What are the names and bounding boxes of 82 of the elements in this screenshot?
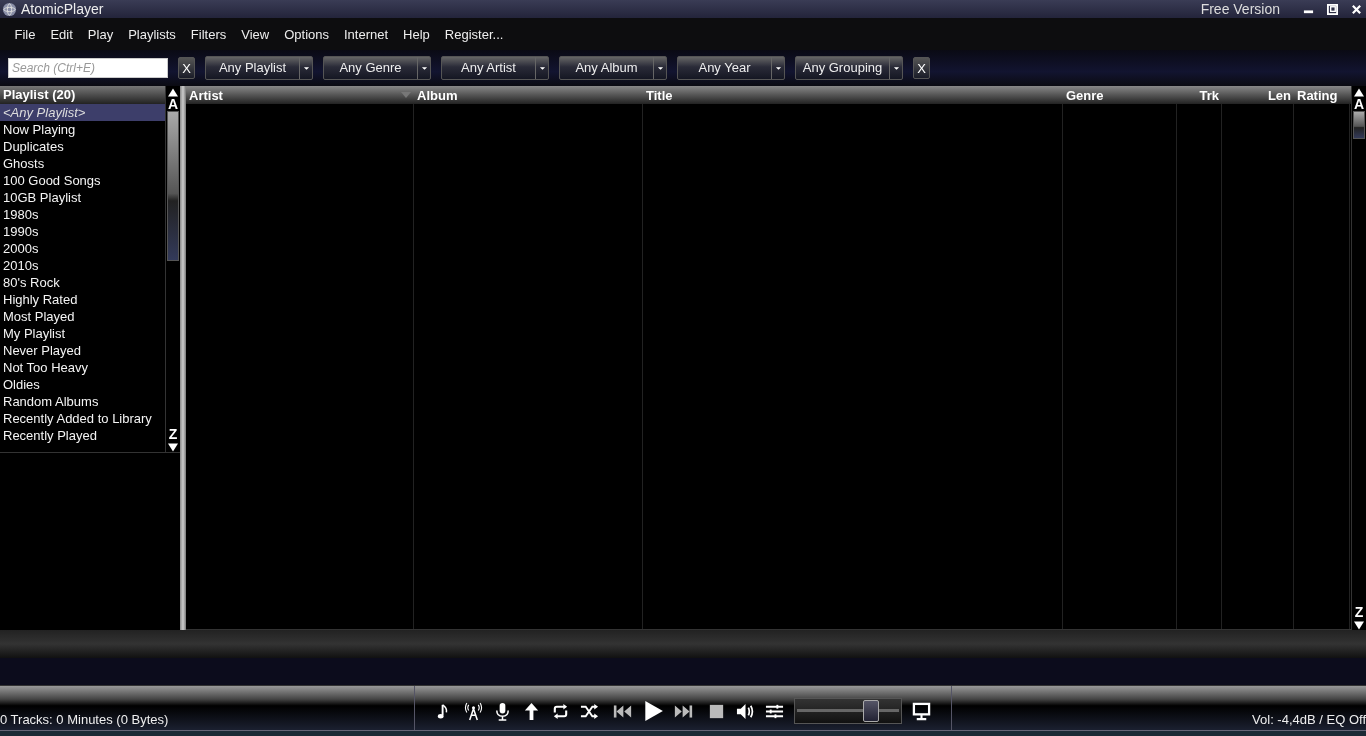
scroll-up-icon[interactable]: [168, 88, 178, 97]
menu-item[interactable]: Help: [396, 26, 437, 42]
table-scrollbar[interactable]: A Z: [1351, 86, 1366, 630]
caret-icon: [302, 65, 310, 71]
playlist-item[interactable]: Oldies: [0, 376, 165, 393]
filter-dropdown[interactable]: Any Genre: [323, 56, 431, 80]
clear-filters-button[interactable]: X: [913, 57, 930, 79]
playlist-item[interactable]: <Any Playlist>: [0, 104, 165, 121]
caret-icon: [656, 65, 664, 71]
playlist-item[interactable]: 10GB Playlist: [0, 189, 165, 206]
close-icon[interactable]: [1351, 3, 1362, 15]
scroll-thumb[interactable]: [167, 111, 179, 261]
search-field[interactable]: Search (Ctrl+E): [8, 58, 168, 78]
restore-icon[interactable]: [1327, 3, 1338, 15]
index-letter[interactable]: A: [167, 97, 179, 111]
play-icon[interactable]: [642, 700, 664, 722]
playlist-item[interactable]: 100 Good Songs: [0, 172, 165, 189]
menu-item[interactable]: Register...: [438, 26, 510, 42]
menu-item[interactable]: Playlists: [121, 26, 183, 42]
playlist-item[interactable]: My Playlist: [0, 325, 165, 342]
up-arrow-icon[interactable]: [522, 701, 541, 721]
playlist-item[interactable]: Recently Added to Library: [0, 410, 165, 427]
playlist-item[interactable]: Duplicates: [0, 138, 165, 155]
menu-item[interactable]: File: [8, 26, 42, 42]
scroll-down-icon[interactable]: [168, 443, 178, 452]
playlist-item[interactable]: 1980s: [0, 206, 165, 223]
speaker-icon[interactable]: [736, 701, 755, 721]
sort-arrow-icon: [401, 92, 411, 98]
column-header[interactable]: Trk: [1177, 86, 1222, 104]
playlist-item[interactable]: 2000s: [0, 240, 165, 257]
menu-item[interactable]: Edit: [43, 26, 80, 42]
column-header[interactable]: Rating: [1294, 86, 1350, 104]
column-header[interactable]: Len: [1222, 86, 1294, 104]
playlist-item[interactable]: Never Played: [0, 342, 165, 359]
playlist-item[interactable]: 2010s: [0, 257, 165, 274]
playlist-scrollbar[interactable]: A Z: [165, 86, 180, 452]
index-letter[interactable]: Z: [168, 427, 178, 441]
volume-status: Vol: -4,4dB / EQ Off: [1252, 712, 1366, 727]
caret-icon: [538, 65, 546, 71]
playlist-item[interactable]: Now Playing: [0, 121, 165, 138]
playlist-item[interactable]: Highly Rated: [0, 291, 165, 308]
index-letter[interactable]: Z: [1354, 605, 1364, 619]
playlist-item[interactable]: Recently Played: [0, 427, 165, 444]
shuffle-icon[interactable]: [580, 701, 599, 721]
playlist-item[interactable]: 1990s: [0, 223, 165, 240]
caret-icon: [892, 65, 900, 71]
menu-item[interactable]: Options: [277, 26, 336, 42]
filter-dropdown[interactable]: Any Year: [677, 56, 785, 80]
volume-slider[interactable]: [794, 698, 902, 724]
filter-dropdown[interactable]: Any Grouping: [795, 56, 903, 80]
caret-icon: [774, 65, 782, 71]
antenna-icon[interactable]: [464, 701, 483, 721]
playlist-item[interactable]: 80's Rock: [0, 274, 165, 291]
caret-icon: [420, 65, 428, 71]
menu-item[interactable]: View: [234, 26, 276, 42]
column-header[interactable]: Title: [643, 86, 1063, 104]
column-header[interactable]: Artist: [186, 86, 414, 104]
clear-search-button[interactable]: X: [178, 57, 195, 79]
microphone-icon[interactable]: [493, 701, 512, 721]
filter-dropdown[interactable]: Any Playlist: [205, 56, 313, 80]
menu-item[interactable]: Play: [81, 26, 120, 42]
playlist-header: Playlist (20): [0, 86, 165, 104]
column-header[interactable]: Genre: [1063, 86, 1177, 104]
playlist-item[interactable]: Random Albums: [0, 393, 165, 410]
index-letter[interactable]: A: [1353, 97, 1365, 111]
edition-label: Free Version: [1200, 1, 1280, 17]
playlist-item[interactable]: Not Too Heavy: [0, 359, 165, 376]
menu-item[interactable]: Filters: [184, 26, 233, 42]
filter-dropdown[interactable]: Any Album: [559, 56, 667, 80]
window-title: AtomicPlayer: [21, 1, 104, 17]
track-count: 0 Tracks: 0 Minutes (0 Bytes): [0, 712, 169, 727]
scroll-up-icon[interactable]: [1354, 88, 1364, 97]
column-header[interactable]: Album: [414, 86, 643, 104]
filter-dropdown[interactable]: Any Artist: [441, 56, 549, 80]
atom-icon: [2, 1, 17, 17]
monitor-icon[interactable]: [912, 701, 931, 721]
repeat-icon[interactable]: [551, 701, 570, 721]
scroll-thumb[interactable]: [1353, 111, 1365, 139]
menu-item[interactable]: Internet: [337, 26, 395, 42]
playlist-item[interactable]: Ghosts: [0, 155, 165, 172]
playlist-item[interactable]: Most Played: [0, 308, 165, 325]
splitter-handle[interactable]: [180, 86, 186, 630]
